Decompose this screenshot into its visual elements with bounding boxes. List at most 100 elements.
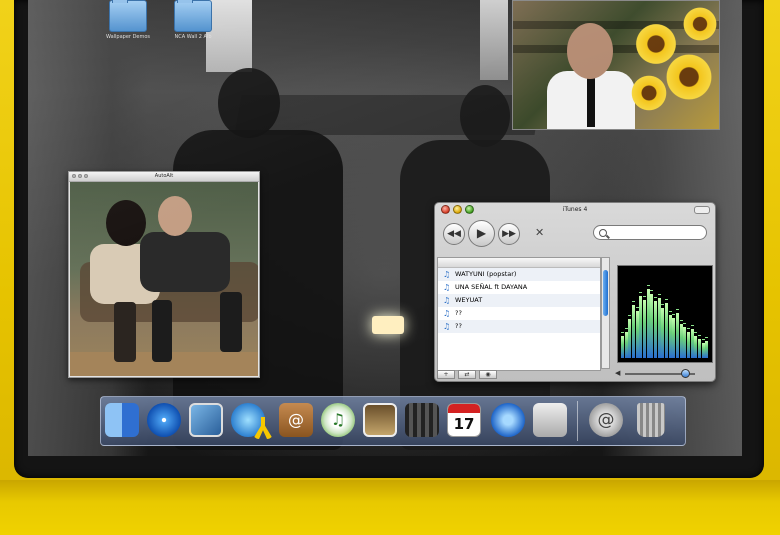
music-note-icon: ♫ (443, 322, 451, 331)
sunflower (681, 5, 719, 43)
equalizer-bar (665, 303, 668, 358)
search-input[interactable] (593, 225, 707, 240)
mail-glyph: @ (597, 410, 615, 430)
equalizer-peak (621, 332, 624, 333)
finder-icon[interactable] (105, 403, 139, 437)
scrollbar-thumb[interactable] (603, 270, 608, 316)
itunes-icon[interactable]: ♫ (321, 403, 355, 437)
close-button[interactable] (72, 174, 76, 178)
song-title: WEYUAT (455, 296, 483, 304)
sunflower (629, 73, 669, 113)
photo-person-hair (106, 200, 146, 246)
equalizer-bar (624, 332, 628, 358)
song-row[interactable]: ♫ WATYUNI (popstar) (438, 268, 600, 281)
zoom-button[interactable] (84, 174, 88, 178)
previous-track-button[interactable]: ◀◀ (443, 223, 465, 245)
song-title: WATYUNI (popstar) (455, 270, 517, 278)
play-button[interactable]: ▶ (468, 220, 495, 247)
safari-icon[interactable] (147, 403, 181, 437)
song-row[interactable]: ♫?? (438, 307, 600, 320)
quicktime-icon[interactable] (491, 403, 525, 437)
volume-knob[interactable] (680, 369, 690, 378)
equalizer-bar (698, 339, 701, 358)
wallpaper-lamp (372, 316, 404, 334)
equalizer-bar (676, 313, 679, 358)
burn-button[interactable]: ◉ (479, 370, 497, 379)
song-row[interactable]: ♫?? (438, 320, 600, 333)
equalizer-peak (639, 292, 643, 293)
equalizer-peak (643, 296, 646, 297)
equalizer-bar (654, 301, 657, 358)
rewind-icon: ◀◀ (447, 229, 461, 239)
equalizer-bar (639, 296, 643, 358)
close-icon[interactable]: ✕ (535, 226, 544, 239)
equalizer-bar (672, 318, 676, 358)
desktop-folder-label: NCA Wall 2 Alb (174, 34, 212, 40)
preview-icon[interactable] (189, 403, 223, 437)
shuffle-button[interactable]: ⇄ (458, 370, 476, 379)
equalizer-peak (676, 309, 679, 310)
equalizer-bar (650, 294, 654, 358)
itunes-title: iTunes 4 (562, 206, 588, 213)
song-row[interactable]: ♫ WEYUAT (438, 294, 600, 307)
iphoto-icon[interactable] (363, 403, 397, 437)
desktop-folder[interactable]: Wallpaper Demos (96, 0, 160, 40)
equalizer-bar (621, 336, 624, 358)
equalizer-bar (701, 343, 705, 358)
imovie-icon[interactable] (405, 403, 439, 437)
photo-person (140, 232, 230, 292)
desktop-folder-label: Wallpaper Demos (105, 34, 151, 40)
song-title: ?? (455, 309, 462, 317)
song-title: ?? (455, 322, 462, 330)
frame-lower-edge (0, 480, 780, 535)
apple-icon[interactable] (533, 403, 567, 437)
song-row[interactable]: ♫ UNA SEÑAL ft DAYANA (438, 281, 600, 294)
toolbar-toggle-button[interactable] (694, 206, 710, 214)
folder-icon (174, 0, 212, 32)
photo-window-store[interactable] (512, 0, 720, 130)
equalizer-peak (698, 335, 701, 336)
desktop-screen: Wallpaper Demos NCA Wall 2 Alb AutoAlt i… (28, 0, 742, 456)
wallpaper-person (218, 68, 280, 138)
address-book-icon[interactable]: @ (279, 403, 313, 437)
search-icon (599, 229, 607, 237)
song-title: UNA SEÑAL ft DAYANA (455, 283, 528, 291)
trash-icon[interactable] (637, 403, 665, 437)
photo-boot (114, 302, 136, 362)
add-playlist-button[interactable]: + (437, 370, 455, 379)
equalizer-visualizer (617, 265, 713, 363)
photo-window-couple[interactable]: AutoAlt (68, 171, 260, 378)
song-list-header[interactable] (438, 258, 600, 268)
mail-icon[interactable]: @ (589, 403, 623, 437)
music-note-icon: ♫ (443, 309, 451, 318)
sunflower (663, 51, 715, 103)
equalizer-peak (646, 285, 650, 286)
equalizer-peak (701, 339, 705, 340)
desktop-folder[interactable]: NCA Wall 2 Alb (161, 0, 225, 40)
equalizer-peak (705, 337, 709, 338)
equalizer-bar (694, 336, 698, 358)
wallpaper-light (480, 0, 508, 80)
equalizer-peak (624, 328, 628, 329)
window-title: AutoAlt (154, 173, 174, 179)
window-titlebar[interactable]: AutoAlt (69, 172, 259, 182)
ical-icon[interactable]: 17 (447, 403, 481, 437)
itunes-titlebar[interactable]: iTunes 4 (435, 203, 715, 216)
next-track-button[interactable]: ▶▶ (498, 223, 520, 245)
song-list[interactable]: ♫ WATYUNI (popstar) ♫ UNA SEÑAL ft DAYANA ♫ W… (437, 257, 601, 371)
equalizer-bar (690, 329, 694, 358)
equalizer-bar (687, 332, 690, 358)
equalizer-peak (654, 297, 657, 298)
close-button[interactable] (441, 205, 450, 214)
song-list-scrollbar[interactable] (601, 257, 610, 369)
equalizer-bar (679, 324, 683, 358)
equalizer-bar (705, 341, 709, 358)
minimize-button[interactable] (78, 174, 82, 178)
speaker-icon: ◀ (615, 369, 621, 377)
itunes-window[interactable]: iTunes 4 ◀◀ ▶ ▶▶ ✕ ♫ WATYUNI (popstar) ♫ UN… (434, 202, 716, 382)
ical-header (448, 404, 480, 413)
photo-boot (152, 300, 172, 362)
minimize-button[interactable] (453, 205, 462, 214)
zoom-button[interactable] (465, 205, 474, 214)
equalizer-bar (643, 300, 646, 358)
